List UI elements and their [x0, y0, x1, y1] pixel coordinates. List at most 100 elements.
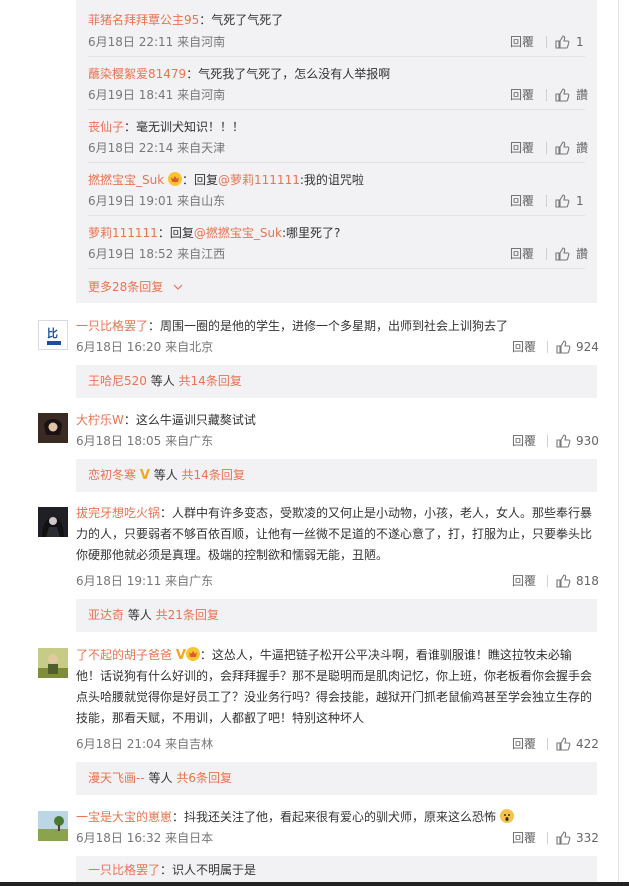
sub-replies-bar[interactable]: 王哈尼520 等人 共14条回复 — [76, 365, 597, 398]
reply-username[interactable]: 菲猪名拜拜覃公主95 — [88, 13, 199, 27]
comment-text: 技能，那看天赋，不用训，人都叡了吧！特别这种坏人 — [76, 711, 365, 725]
sub-reply-user[interactable]: 漫天飞画-- — [88, 771, 145, 785]
chevron-down-icon — [173, 284, 183, 290]
comment-text: 你硬那他就必须是真理。极端的控制欲和懦弱无能，丑陋。 — [76, 548, 389, 562]
sub-replies-bar[interactable]: 一只比格罢了：识人不明属于是 — [76, 856, 597, 884]
avatar[interactable] — [38, 811, 68, 841]
svg-text:比: 比 — [47, 326, 58, 340]
avatar[interactable]: 比 — [38, 320, 68, 350]
comment-username[interactable]: 拔完牙想吃火锅 — [76, 506, 160, 520]
comment-username[interactable]: 了不起的胡子爸爸 — [76, 648, 172, 662]
like-icon[interactable] — [555, 339, 571, 355]
reply-button[interactable]: 回覆 — [512, 339, 536, 355]
reply-list: 菲猪名拜拜覃公主95：气死了气死了 6月18日 22:11 来自河南 回覆 1 … — [76, 0, 597, 303]
reply-text: ：气死了气死了 — [199, 13, 284, 27]
sub-reply-mid: 等人 — [124, 608, 156, 622]
comment-body: 大柠乐W：这么牛逼训只藏獒试试 — [76, 412, 256, 428]
like-icon[interactable] — [554, 87, 570, 103]
comment-text: ：周围一圈的是他的学生，进修一个多星期，出师到社会上训狗去了 — [148, 319, 509, 333]
divider — [547, 832, 548, 844]
comment-body: 一宝是大宝的崽崽：抖我还关注了他，看起来很有爱心的驯犬师，原来这么恐怖 — [76, 809, 514, 825]
sub-reply-user[interactable]: 一只比格罢了 — [88, 863, 160, 877]
like-icon[interactable] — [554, 34, 570, 50]
sub-reply-mid: 等人 — [144, 771, 177, 785]
more-replies-link[interactable]: 更多28条回复 — [88, 279, 183, 295]
divider — [546, 89, 547, 101]
reply-text: :我的诅咒啦 — [299, 173, 364, 187]
sub-reply-count[interactable]: 共6条回复 — [176, 771, 232, 785]
comment-time: 6月18日 19:11 来自广东 — [76, 574, 214, 588]
like-count: 924 — [576, 340, 599, 354]
reply-button[interactable]: 回覆 — [512, 573, 536, 589]
comment-text: ：人群中有许多变态，受欺凌的又何止是小动物，小孩，老人，女人。那些奉行暴 — [160, 506, 593, 520]
sub-replies-bar[interactable]: 亚达奇 等人 共21条回复 — [76, 599, 597, 632]
reply-button[interactable]: 回覆 — [510, 193, 534, 209]
divider — [547, 435, 548, 447]
scared-emoji-icon — [499, 809, 514, 823]
like-icon[interactable] — [554, 193, 570, 209]
sub-replies-bar[interactable]: 漫天飞画-- 等人 共6条回复 — [76, 762, 597, 795]
v-badge-icon: V — [175, 648, 186, 663]
like-icon[interactable] — [555, 736, 571, 752]
divider — [88, 56, 585, 57]
reply-button[interactable]: 回覆 — [510, 34, 534, 50]
divider — [88, 215, 585, 216]
reply-time: 6月19日 19:01 来自山东 — [88, 194, 226, 208]
like-icon[interactable] — [554, 140, 570, 156]
sub-reply-count[interactable]: 共21条回复 — [156, 608, 219, 622]
divider — [88, 109, 585, 110]
reply-username[interactable]: 蘸染樱絮爱81479 — [88, 67, 186, 81]
like-icon[interactable] — [555, 573, 571, 589]
sub-reply-count[interactable]: 共14条回复 — [179, 374, 242, 388]
like-icon[interactable] — [555, 433, 571, 449]
divider — [546, 248, 547, 260]
comment-username[interactable]: 一宝是大宝的崽崽 — [76, 810, 172, 824]
like-count: 332 — [576, 831, 599, 845]
comment-thread: 菲猪名拜拜覃公主95：气死了气死了 6月18日 22:11 来自河南 回覆 1 … — [0, 0, 629, 886]
avatar[interactable] — [38, 413, 68, 443]
comment-body: 一只比格罢了：周围一圈的是他的学生，进修一个多星期，出师到社会上训狗去了 — [76, 318, 508, 334]
reply-button[interactable]: 回覆 — [510, 87, 534, 103]
divider — [547, 738, 548, 750]
comment-time: 6月18日 16:32 来自日本 — [76, 831, 214, 845]
scroll-edge — [618, 0, 619, 886]
reply-username[interactable]: 萝莉111111 — [88, 226, 158, 240]
like-icon[interactable] — [554, 246, 570, 262]
reply-username[interactable]: 丧仙子 — [88, 120, 124, 134]
comment-username[interactable]: 一只比格罢了 — [76, 319, 148, 333]
reply-username[interactable]: 撚撚宝宝_Suk — [88, 173, 164, 187]
comment-text: ：这怂人，牛逼把链子松开公平决斗啊，看谁驯服谁！瞧这拉牧未必输 — [199, 648, 572, 662]
reply-text: :哪里死了? — [282, 226, 341, 240]
like-count: 1 — [576, 35, 584, 49]
sub-reply-user[interactable]: 恋初冬寒 — [88, 468, 136, 482]
mention-link[interactable]: @萝莉111111 — [218, 173, 300, 187]
reply-button[interactable]: 回覆 — [510, 246, 534, 262]
reply-time: 6月19日 18:41 来自河南 — [88, 88, 226, 102]
comment-text: 点头哈腰就觉得你是好员工了？没业务行吗？得会技能，越狱开门抓老鼠偷鸡甚至学会独立… — [76, 690, 593, 704]
crown-emoji-icon — [185, 647, 200, 661]
reply-text: ：回复 — [157, 226, 194, 240]
divider — [547, 341, 548, 353]
divider — [88, 268, 585, 269]
reply-button[interactable]: 回覆 — [512, 830, 536, 846]
avatar[interactable] — [38, 507, 68, 537]
reply-time: 6月18日 22:11 来自河南 — [88, 35, 226, 49]
like-count: 讚 — [576, 141, 589, 155]
reply-button[interactable]: 回覆 — [512, 433, 536, 449]
divider — [88, 162, 585, 163]
divider — [546, 142, 547, 154]
sub-reply-count[interactable]: 共14条回复 — [182, 468, 245, 482]
reply-button[interactable]: 回覆 — [510, 140, 534, 156]
comment-username[interactable]: 大柠乐W — [76, 413, 124, 427]
reply-text: ：气死我了气死了，怎么没有人举报啊 — [186, 67, 391, 81]
like-icon[interactable] — [555, 830, 571, 846]
sub-reply-user[interactable]: 亚达奇 — [88, 608, 124, 622]
reply-time: 6月19日 18:52 来自江西 — [88, 247, 226, 261]
sub-reply-user[interactable]: 王哈尼520 — [88, 374, 147, 388]
like-count: 422 — [576, 737, 599, 751]
divider — [546, 36, 547, 48]
sub-replies-bar[interactable]: 恋初冬寒 V 等人 共14条回复 — [76, 459, 597, 492]
mention-link[interactable]: @撚撚宝宝_Suk — [194, 226, 282, 240]
avatar[interactable] — [38, 648, 68, 678]
reply-button[interactable]: 回覆 — [512, 736, 536, 752]
